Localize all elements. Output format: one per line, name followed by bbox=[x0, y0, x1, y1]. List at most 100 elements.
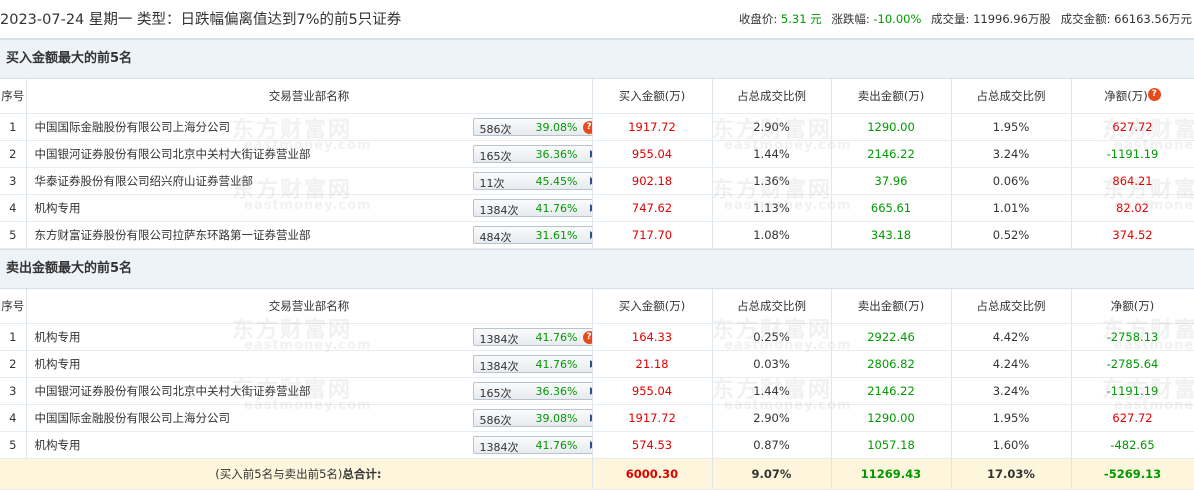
sell-ratio: 0.52% bbox=[951, 221, 1072, 249]
sell-amount: 2922.46 bbox=[831, 323, 952, 351]
buy-amount: 574.53 bbox=[592, 431, 713, 459]
sell-ratio: 1.95% bbox=[951, 113, 1072, 141]
col-broker: 交易营业部名称 bbox=[26, 289, 593, 324]
total-label-bold: 总合计: bbox=[342, 467, 382, 481]
row-index: 5 bbox=[0, 221, 27, 249]
sell-amount: 1290.00 bbox=[831, 113, 952, 141]
broker-cell: 机构专用 1384次 41.76% bbox=[26, 350, 593, 378]
net-amount: -482.65 bbox=[1071, 431, 1194, 459]
col-buy-ratio: 占总成交比例 bbox=[712, 79, 832, 114]
total-buy-ratio: 9.07% bbox=[712, 458, 832, 490]
broker-count: 1384次 bbox=[479, 333, 519, 346]
broker-name[interactable]: 中国银河证券股份有限公司北京中关村大街证券营业部 bbox=[35, 146, 311, 162]
net-amount: -2785.64 bbox=[1071, 350, 1194, 378]
buy-ratio: 0.25% bbox=[712, 323, 832, 351]
change-label: 涨跌幅: bbox=[831, 12, 870, 26]
sell-ratio: 3.24% bbox=[951, 140, 1072, 168]
buy-ratio: 1.13% bbox=[712, 194, 832, 222]
total-row: (买入前5名与卖出前5名)总合计: 6000.30 9.07% 11269.43… bbox=[0, 458, 1194, 490]
triangle-right-icon[interactable] bbox=[589, 441, 591, 449]
broker-name[interactable]: 华泰证券股份有限公司绍兴府山证券营业部 bbox=[35, 173, 254, 189]
broker-stats-button[interactable]: 586次 39.08%? bbox=[472, 118, 591, 136]
broker-stats-button[interactable]: 1384次 41.76% bbox=[472, 355, 591, 373]
broker-name[interactable]: 中国银河证券股份有限公司北京中关村大街证券营业部 bbox=[35, 383, 311, 399]
sell-amount: 2146.22 bbox=[831, 377, 952, 405]
net-amount: -1191.19 bbox=[1071, 140, 1194, 168]
table-row: 4 机构专用 1384次 41.76% 747.62 1.13% 665.61 1.01% 82… bbox=[0, 194, 1194, 222]
total-sell: 11269.43 bbox=[831, 458, 952, 490]
triangle-right-icon[interactable] bbox=[589, 150, 591, 158]
triangle-right-icon[interactable] bbox=[589, 204, 591, 212]
sell-amount: 37.96 bbox=[831, 167, 952, 195]
buy-amount: 747.62 bbox=[592, 194, 713, 222]
amount-label: 成交金额: bbox=[1060, 12, 1111, 26]
sell-amount: 665.61 bbox=[831, 194, 952, 222]
broker-cell: 机构专用 1384次 41.76% bbox=[26, 194, 593, 222]
row-index: 4 bbox=[0, 404, 27, 432]
col-broker: 交易营业部名称 bbox=[26, 79, 593, 114]
broker-stats-button[interactable]: 1384次 41.76%? bbox=[472, 328, 591, 346]
net-amount: 82.02 bbox=[1071, 194, 1194, 222]
table-row: 2 中国银河证券股份有限公司北京中关村大街证券营业部 165次 36.36% 955.0… bbox=[0, 140, 1194, 168]
sell-table: 序号 交易营业部名称 买入金额(万) 占总成交比例 卖出金额(万) 占总成交比例… bbox=[0, 289, 1194, 490]
sell-table-body: 1 机构专用 1384次 41.76%? 164.33 0.25% 2922.46 4.42%… bbox=[0, 323, 1194, 459]
buy-amount: 1917.72 bbox=[592, 113, 713, 141]
net-amount: -2758.13 bbox=[1071, 323, 1194, 351]
buy-ratio: 1.36% bbox=[712, 167, 832, 195]
summary-bar: 2023-07-24 星期一 类型：日跌幅偏离值达到7%的前5只证券 收盘价: … bbox=[0, 0, 1194, 39]
broker-name[interactable]: 机构专用 bbox=[35, 437, 81, 453]
buy-amount: 955.04 bbox=[592, 140, 713, 168]
col-net: 净额(万) bbox=[1071, 289, 1194, 324]
broker-stats-button[interactable]: 1384次 41.76% bbox=[472, 199, 591, 217]
total-sell-ratio: 17.03% bbox=[951, 458, 1072, 490]
sell-amount: 1290.00 bbox=[831, 404, 952, 432]
col-buy-amount: 买入金额(万) bbox=[592, 289, 713, 324]
sell-ratio: 0.06% bbox=[951, 167, 1072, 195]
broker-name[interactable]: 东方财富证券股份有限公司拉萨东环路第一证券营业部 bbox=[35, 227, 311, 243]
broker-count: 11次 bbox=[479, 177, 505, 190]
broker-name[interactable]: 中国国际金融股份有限公司上海分公司 bbox=[35, 119, 231, 135]
triangle-right-icon[interactable] bbox=[589, 387, 591, 395]
broker-cell: 机构专用 1384次 41.76% bbox=[26, 431, 593, 459]
broker-stats-button[interactable]: 484次 31.61% bbox=[472, 226, 591, 244]
buy-amount: 21.18 bbox=[592, 350, 713, 378]
triangle-right-icon[interactable] bbox=[589, 177, 591, 185]
row-index: 3 bbox=[0, 377, 27, 405]
buy-ratio: 2.90% bbox=[712, 404, 832, 432]
row-index: 2 bbox=[0, 140, 27, 168]
broker-name[interactable]: 机构专用 bbox=[35, 356, 81, 372]
broker-win-rate: 41.76% bbox=[535, 439, 578, 452]
broker-stats-button[interactable]: 165次 36.36% bbox=[472, 382, 591, 400]
row-index: 1 bbox=[0, 323, 27, 351]
question-bubble-icon[interactable]: ? bbox=[582, 331, 591, 344]
broker-name[interactable]: 机构专用 bbox=[35, 200, 81, 216]
total-net: -5269.13 bbox=[1071, 458, 1194, 490]
row-index: 1 bbox=[0, 113, 27, 141]
buy-table-header: 序号 交易营业部名称 买入金额(万) 占总成交比例 卖出金额(万) 占总成交比例… bbox=[0, 79, 1194, 114]
broker-cell: 中国银河证券股份有限公司北京中关村大街证券营业部 165次 36.36% bbox=[26, 140, 593, 168]
broker-win-rate: 41.76% bbox=[535, 331, 578, 344]
col-sell-amount: 卖出金额(万) bbox=[831, 79, 952, 114]
question-bubble-icon[interactable]: ? bbox=[1147, 88, 1161, 101]
broker-stats-button[interactable]: 586次 39.08% bbox=[472, 409, 591, 427]
broker-win-rate: 31.61% bbox=[535, 229, 578, 242]
triangle-right-icon[interactable] bbox=[589, 360, 591, 368]
buy-ratio: 1.08% bbox=[712, 221, 832, 249]
broker-stats-button[interactable]: 165次 36.36% bbox=[472, 145, 591, 163]
broker-stats-button[interactable]: 11次 45.45% bbox=[472, 172, 591, 190]
col-index: 序号 bbox=[0, 79, 27, 114]
triangle-right-icon[interactable] bbox=[589, 414, 591, 422]
sell-ratio: 3.24% bbox=[951, 377, 1072, 405]
buy-ratio: 0.87% bbox=[712, 431, 832, 459]
sell-ratio: 4.42% bbox=[951, 323, 1072, 351]
broker-stats-button[interactable]: 1384次 41.76% bbox=[472, 436, 591, 454]
question-bubble-icon[interactable]: ? bbox=[582, 121, 591, 134]
broker-name[interactable]: 中国国际金融股份有限公司上海分公司 bbox=[35, 410, 231, 426]
net-amount: 374.52 bbox=[1071, 221, 1194, 249]
buy-amount: 955.04 bbox=[592, 377, 713, 405]
sell-amount: 343.18 bbox=[831, 221, 952, 249]
triangle-right-icon[interactable] bbox=[589, 231, 591, 239]
broker-cell: 中国银河证券股份有限公司北京中关村大街证券营业部 165次 36.36% bbox=[26, 377, 593, 405]
table-row: 5 东方财富证券股份有限公司拉萨东环路第一证券营业部 484次 31.61% 717.7… bbox=[0, 221, 1194, 249]
broker-name[interactable]: 机构专用 bbox=[35, 329, 81, 345]
